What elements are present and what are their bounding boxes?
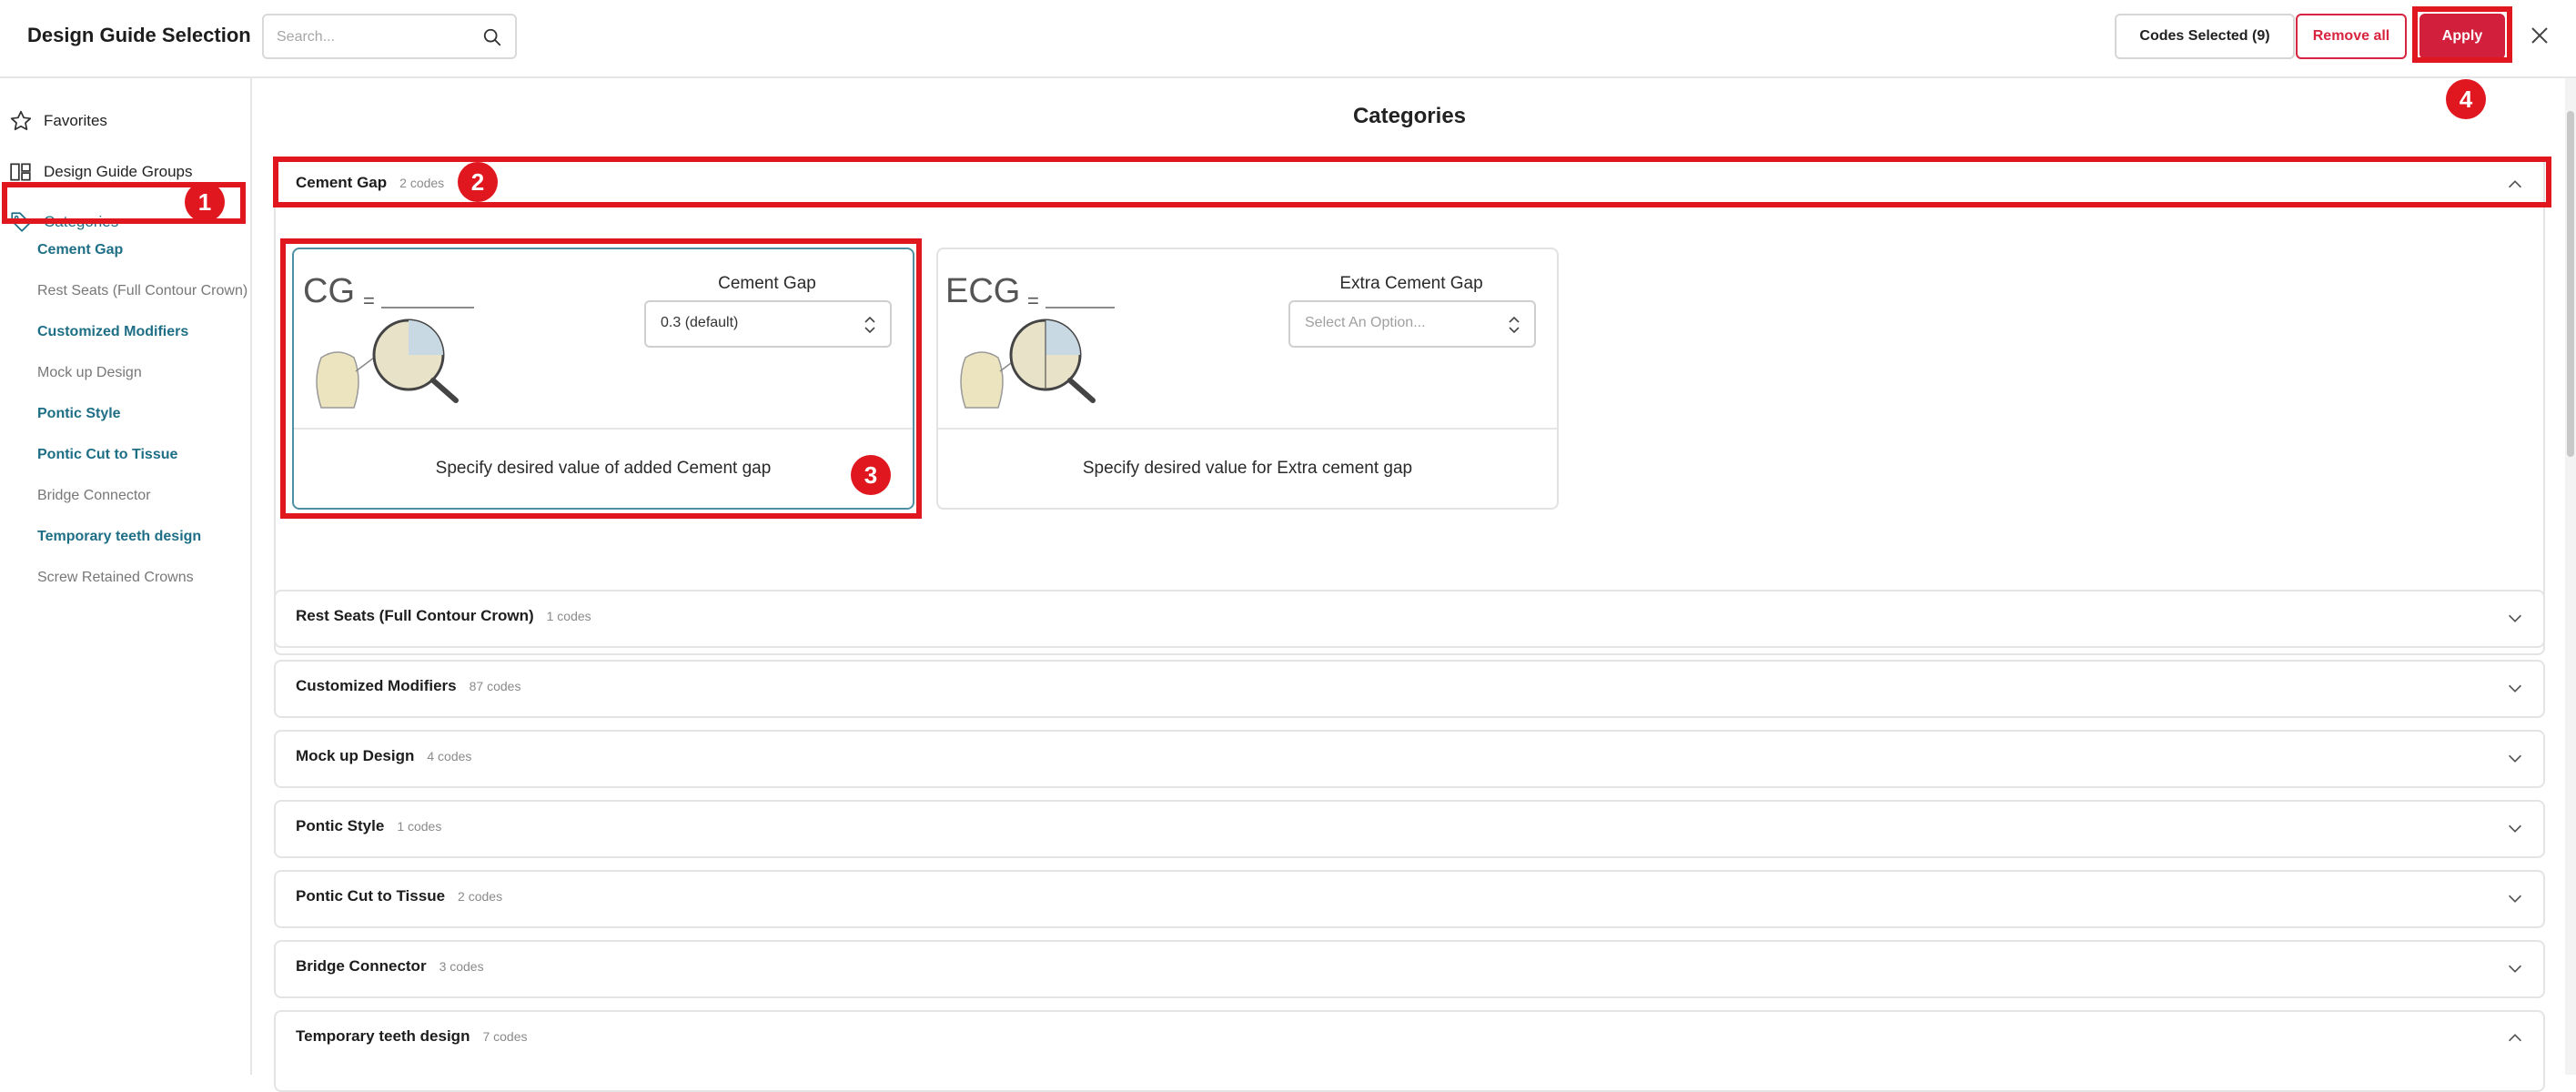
card-description: Specify desired value of added Cement ga… xyxy=(435,459,772,478)
accordion-title: Rest Seats (Full Contour Crown) xyxy=(296,607,534,624)
main-content: Categories Cement Gap 2 codes CG = Cement… xyxy=(254,78,2565,1092)
chevron-up-icon[interactable] xyxy=(2505,175,2525,195)
sidebar-item-favorites[interactable]: Favorites xyxy=(9,103,107,139)
option-card-extra-cement-gap[interactable]: ECG = Extra Cement Gap Select An Option.… xyxy=(936,248,1559,510)
section-heading: Categories xyxy=(1352,104,1467,128)
accordion-title: Customized Modifiers xyxy=(296,677,457,694)
accordion-title: Pontic Cut to Tissue xyxy=(296,887,446,905)
illustration-equals: = xyxy=(363,289,375,312)
sidebar-subitem-mock-up-design[interactable]: Mock up Design xyxy=(37,362,142,384)
accordion-header[interactable]: Pontic Style 1 codes xyxy=(296,817,441,835)
groups-icon xyxy=(10,163,31,181)
sidebar-subitem-cement-gap[interactable]: Cement Gap xyxy=(37,239,123,261)
codes-selected-button[interactable]: Codes Selected (9) xyxy=(2115,14,2295,59)
chevron-down-icon[interactable] xyxy=(2505,608,2525,628)
accordion-bridge-connector[interactable]: Bridge Connector 3 codes xyxy=(274,940,2545,998)
accordion-pontic-style[interactable]: Pontic Style 1 codes xyxy=(274,800,2545,858)
cement-gap-select[interactable]: 0.3 (default) xyxy=(644,300,892,348)
accordion-customized-modifiers[interactable]: Customized Modifiers 87 codes xyxy=(274,660,2545,718)
chevron-down-icon[interactable] xyxy=(2505,748,2525,768)
chevron-down-icon[interactable] xyxy=(2505,958,2525,978)
accordion-rest-seats[interactable]: Rest Seats (Full Contour Crown) 1 codes xyxy=(274,590,2545,648)
sidebar-subitem-pontic-style[interactable]: Pontic Style xyxy=(37,403,121,425)
accordion-count: 1 codes xyxy=(397,819,442,834)
sidebar-subitem-bridge-connector[interactable]: Bridge Connector xyxy=(37,485,151,507)
option-card-cement-gap[interactable]: CG = Cement Gap 0.3 (default) Specify de… xyxy=(292,248,914,510)
annotation-badge-2: 2 xyxy=(458,162,498,202)
sidebar-item-design-guide-groups[interactable]: Design Guide Groups xyxy=(9,154,192,190)
sidebar-subitem-pontic-cut-to-tissue[interactable]: Pontic Cut to Tissue xyxy=(37,444,177,466)
accordion-title: Cement Gap xyxy=(296,174,388,191)
search-icon[interactable] xyxy=(482,27,502,47)
page-title: Design Guide Selection xyxy=(27,24,251,46)
sidebar-item-label: Categories xyxy=(44,213,119,230)
remove-all-button[interactable]: Remove all xyxy=(2296,14,2407,59)
scrollbar-thumb[interactable] xyxy=(2567,111,2574,457)
accordion-header[interactable]: Pontic Cut to Tissue 2 codes xyxy=(296,887,502,905)
search-box[interactable] xyxy=(262,14,517,59)
sidebar-subitem-rest-seats[interactable]: Rest Seats (Full Contour Crown) xyxy=(37,280,247,302)
accordion-temporary-teeth-design[interactable]: Temporary teeth design 7 codes xyxy=(274,1010,2545,1092)
accordion-title: Pontic Style xyxy=(296,817,385,834)
apply-button[interactable]: Apply xyxy=(2419,14,2505,59)
card-description: Specify desired value for Extra cement g… xyxy=(1082,459,1413,478)
illustration-equals: = xyxy=(1027,289,1039,312)
accordion-cement-gap: Cement Gap 2 codes CG = Cement Gap 0.3 (d… xyxy=(274,157,2545,655)
search-input[interactable] xyxy=(277,25,459,50)
accordion-count: 87 codes xyxy=(469,679,521,693)
header-bar: Design Guide Selection Codes Selected (9… xyxy=(0,0,2576,78)
accordion-title: Bridge Connector xyxy=(296,957,427,975)
scrollbar[interactable] xyxy=(2565,78,2576,1075)
annotation-badge-1: 1 xyxy=(185,182,225,222)
close-icon[interactable] xyxy=(2529,25,2551,46)
chevron-down-icon[interactable] xyxy=(2505,818,2525,838)
annotation-badge-3: 3 xyxy=(851,455,891,495)
illustration-abbr: ECG xyxy=(945,272,1020,310)
card-divider xyxy=(294,428,913,430)
cement-gap-illustration: CG = xyxy=(303,272,474,409)
chevron-down-icon[interactable] xyxy=(2505,678,2525,698)
accordion-header[interactable]: Cement Gap 2 codes xyxy=(296,174,444,192)
accordion-header[interactable]: Temporary teeth design 7 codes xyxy=(296,1027,528,1046)
tag-icon xyxy=(11,212,31,232)
card-label: Cement Gap xyxy=(718,274,816,293)
star-icon xyxy=(10,110,32,131)
select-arrows-icon xyxy=(1509,316,1520,334)
accordion-header[interactable]: Customized Modifiers 87 codes xyxy=(296,677,520,695)
accordion-header[interactable]: Mock up Design 4 codes xyxy=(296,747,471,765)
chevron-up-icon[interactable] xyxy=(2505,1028,2525,1048)
accordion-pontic-cut-to-tissue[interactable]: Pontic Cut to Tissue 2 codes xyxy=(274,870,2545,928)
extra-cement-gap-select[interactable]: Select An Option... xyxy=(1288,300,1536,348)
annotation-badge-4: 4 xyxy=(2446,79,2486,119)
select-value: 0.3 (default) xyxy=(661,315,739,330)
accordion-header[interactable]: Rest Seats (Full Contour Crown) 1 codes xyxy=(296,607,591,625)
sidebar-subitem-screw-retained-crowns[interactable]: Screw Retained Crowns xyxy=(37,567,194,589)
accordion-count: 3 codes xyxy=(439,959,484,974)
accordion-title: Temporary teeth design xyxy=(296,1027,470,1045)
accordion-count: 1 codes xyxy=(546,609,591,623)
sidebar-item-label: Favorites xyxy=(44,112,107,129)
sidebar-item-categories[interactable]: Categories xyxy=(9,204,118,240)
select-placeholder: Select An Option... xyxy=(1305,315,1426,330)
card-divider xyxy=(938,428,1557,430)
illustration-abbr: CG xyxy=(303,272,355,310)
accordion-mock-up-design[interactable]: Mock up Design 4 codes xyxy=(274,730,2545,788)
accordion-count: 7 codes xyxy=(482,1029,528,1044)
extra-cement-gap-illustration: ECG = xyxy=(945,272,1115,409)
sidebar-item-label: Design Guide Groups xyxy=(44,163,193,180)
chevron-down-icon[interactable] xyxy=(2505,888,2525,908)
sidebar-subitem-customized-modifiers[interactable]: Customized Modifiers xyxy=(37,321,188,343)
accordion-header[interactable]: Bridge Connector 3 codes xyxy=(296,957,484,976)
sidebar: Favorites Design Guide Groups Categories… xyxy=(0,78,252,1075)
accordion-count: 2 codes xyxy=(399,176,445,190)
card-label: Extra Cement Gap xyxy=(1339,274,1483,293)
accordion-title: Mock up Design xyxy=(296,747,415,764)
accordion-count: 2 codes xyxy=(458,889,503,904)
accordion-count: 4 codes xyxy=(427,749,472,763)
select-arrows-icon xyxy=(864,316,875,334)
sidebar-subitem-temporary-teeth-design[interactable]: Temporary teeth design xyxy=(37,526,201,548)
